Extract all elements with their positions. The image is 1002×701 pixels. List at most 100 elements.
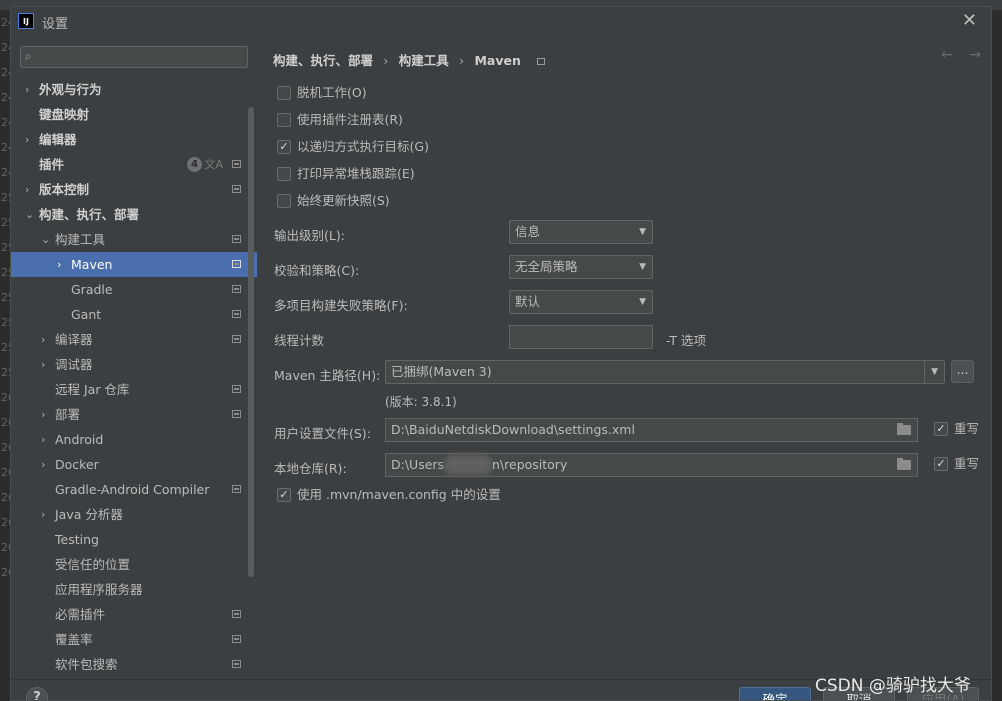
- breadcrumb-build-tools[interactable]: 构建工具: [399, 53, 449, 68]
- sidebar-item[interactable]: 插件 4 文A: [11, 152, 257, 177]
- thread-count-input[interactable]: [509, 325, 653, 349]
- chevron-right-icon[interactable]: ›: [25, 127, 29, 152]
- sidebar-item-label: Gradle: [71, 282, 113, 297]
- project-scope-icon: [232, 235, 241, 243]
- chevron-down-icon[interactable]: ⌄: [41, 227, 50, 252]
- sidebar-item[interactable]: › 版本控制: [11, 177, 257, 202]
- recursive-checkbox-row[interactable]: ✓ 以递归方式执行目标(G): [277, 138, 429, 158]
- plugin-registry-checkbox-row[interactable]: 使用插件注册表(R): [277, 111, 403, 131]
- chevron-right-icon[interactable]: ›: [41, 452, 45, 477]
- breadcrumb: 构建、执行、部署 › 构建工具 › Maven: [273, 50, 551, 69]
- settings-search-box[interactable]: ⌕: [20, 46, 248, 68]
- search-input[interactable]: [43, 49, 243, 65]
- close-icon[interactable]: ✕: [962, 10, 977, 31]
- thread-count-label: 线程计数: [274, 333, 325, 348]
- sidebar-item-label: 部署: [55, 407, 81, 422]
- sidebar-item[interactable]: 应用程序服务器: [11, 577, 257, 602]
- sidebar-item[interactable]: 远程 Jar 仓库: [11, 377, 257, 402]
- breadcrumb-separator: ›: [383, 53, 389, 68]
- mvn-config-checkbox[interactable]: ✓: [277, 487, 291, 502]
- chevron-right-icon[interactable]: ›: [41, 427, 45, 452]
- maven-home-browse-button[interactable]: ...: [951, 360, 974, 383]
- stacktrace-checkbox[interactable]: [277, 166, 291, 181]
- project-scope-icon: [232, 185, 241, 193]
- folder-icon[interactable]: [897, 423, 911, 435]
- sidebar-item-label: Testing: [55, 532, 99, 547]
- help-button[interactable]: ?: [26, 687, 48, 700]
- sidebar-item-label: 受信任的位置: [55, 557, 131, 572]
- multiproject-policy-select[interactable]: 默认 ▼: [509, 290, 653, 314]
- local-repository-override-row[interactable]: ✓ 重写: [934, 455, 979, 475]
- sidebar-item[interactable]: ⌄ 构建工具: [11, 227, 257, 252]
- sidebar-item[interactable]: › 调试器: [11, 352, 257, 377]
- chevron-right-icon[interactable]: ›: [41, 352, 45, 377]
- sidebar-item[interactable]: › Java 分析器: [11, 502, 257, 527]
- maven-version-text: (版本: 3.8.1): [385, 395, 457, 409]
- mvn-config-checkbox-row[interactable]: ✓ 使用 .mvn/maven.config 中的设置: [277, 486, 501, 506]
- sidebar-item[interactable]: › 编辑器: [11, 127, 257, 152]
- offline-checkbox[interactable]: [277, 85, 291, 100]
- always-update-checkbox[interactable]: [277, 193, 291, 208]
- override-label: 重写: [954, 421, 980, 436]
- chevron-right-icon[interactable]: ›: [57, 252, 61, 277]
- sidebar-item[interactable]: 软件包搜索: [11, 652, 257, 677]
- chevron-down-icon[interactable]: ⌄: [25, 202, 34, 227]
- user-settings-override-row[interactable]: ✓ 重写: [934, 420, 979, 440]
- sidebar-item-label: 覆盖率: [55, 632, 93, 647]
- sidebar-scrollbar[interactable]: [248, 107, 254, 577]
- sidebar-item[interactable]: › 部署: [11, 402, 257, 427]
- back-arrow-icon[interactable]: ←: [941, 47, 953, 63]
- chevron-right-icon[interactable]: ›: [41, 502, 45, 527]
- local-repository-input[interactable]: D:\Users n\repository: [385, 453, 918, 477]
- sidebar-item[interactable]: › Docker: [11, 452, 257, 477]
- ok-button[interactable]: 确定: [739, 687, 811, 700]
- chevron-right-icon[interactable]: ›: [41, 402, 45, 427]
- maven-home-select[interactable]: 已捆绑(Maven 3) ▼: [385, 360, 945, 384]
- project-scope-icon: [232, 335, 241, 343]
- user-settings-label: 用户设置文件(S):: [274, 426, 371, 441]
- sidebar-item-label: Android: [55, 432, 104, 447]
- user-settings-input[interactable]: D:\BaiduNetdiskDownload\settings.xml: [385, 418, 918, 442]
- sidebar-item[interactable]: 必需插件: [11, 602, 257, 627]
- sidebar-item-label: 软件包搜索: [55, 657, 118, 672]
- sidebar-item[interactable]: ⌄ 构建、执行、部署: [11, 202, 257, 227]
- sidebar-item[interactable]: › Android: [11, 427, 257, 452]
- sidebar-item-label: 应用程序服务器: [55, 582, 143, 597]
- plugin-registry-checkbox[interactable]: [277, 112, 291, 127]
- sidebar-item[interactable]: 受信任的位置: [11, 552, 257, 577]
- local-repository-value-end: n\repository: [492, 457, 568, 472]
- sidebar-item[interactable]: Gant: [11, 302, 257, 327]
- navigation-arrows: ← →: [929, 47, 981, 63]
- stacktrace-checkbox-row[interactable]: 打印异常堆栈跟踪(E): [277, 165, 415, 185]
- breadcrumb-build-execution-deployment[interactable]: 构建、执行、部署: [273, 53, 373, 68]
- sidebar-item[interactable]: › 编译器: [11, 327, 257, 352]
- recursive-checkbox[interactable]: ✓: [277, 139, 291, 154]
- always-update-checkbox-row[interactable]: 始终更新快照(S): [277, 192, 390, 212]
- sidebar-item-label: 编辑器: [39, 132, 77, 147]
- chevron-right-icon[interactable]: ›: [25, 77, 29, 102]
- checksum-policy-select[interactable]: 无全局策略 ▼: [509, 255, 653, 279]
- sidebar-item[interactable]: › 外观与行为: [11, 77, 257, 102]
- local-repository-override-checkbox[interactable]: ✓: [934, 456, 948, 471]
- output-level-select[interactable]: 信息 ▼: [509, 220, 653, 244]
- sidebar-item[interactable]: Testing: [11, 527, 257, 552]
- settings-tree: › 外观与行为 键盘映射 › 编辑器 插件 4 文A › 版本控制 ⌄ 构建、执行、部署 ⌄ 构建工具 › M…: [11, 77, 257, 677]
- user-settings-override-checkbox[interactable]: ✓: [934, 421, 948, 436]
- sidebar-item[interactable]: 覆盖率: [11, 627, 257, 652]
- project-scope-icon: [537, 58, 546, 65]
- project-scope-icon: [232, 285, 241, 293]
- sidebar-item[interactable]: Gradle-Android Compiler: [11, 477, 257, 502]
- chevron-right-icon[interactable]: ›: [41, 327, 45, 352]
- offline-checkbox-row[interactable]: 脱机工作(O): [277, 84, 367, 104]
- recursive-label: 以递归方式执行目标(G): [297, 139, 429, 154]
- sidebar-item-label: Gant: [71, 307, 102, 322]
- folder-icon[interactable]: [897, 458, 911, 470]
- settings-dialog: IJ 设置 ✕ ⌕ › 外观与行为 键盘映射 › 编辑器 插件 4 文A › 版本控制 ⌄ 构建、执行…: [10, 6, 992, 701]
- sidebar-item[interactable]: 键盘映射: [11, 102, 257, 127]
- sidebar-item[interactable]: › Maven: [11, 252, 257, 277]
- sidebar-item-label: Docker: [55, 457, 99, 472]
- chevron-right-icon[interactable]: ›: [25, 177, 29, 202]
- local-repository-value-start: D:\Users: [391, 457, 445, 472]
- sidebar-item[interactable]: Gradle: [11, 277, 257, 302]
- forward-arrow-icon[interactable]: →: [969, 47, 981, 63]
